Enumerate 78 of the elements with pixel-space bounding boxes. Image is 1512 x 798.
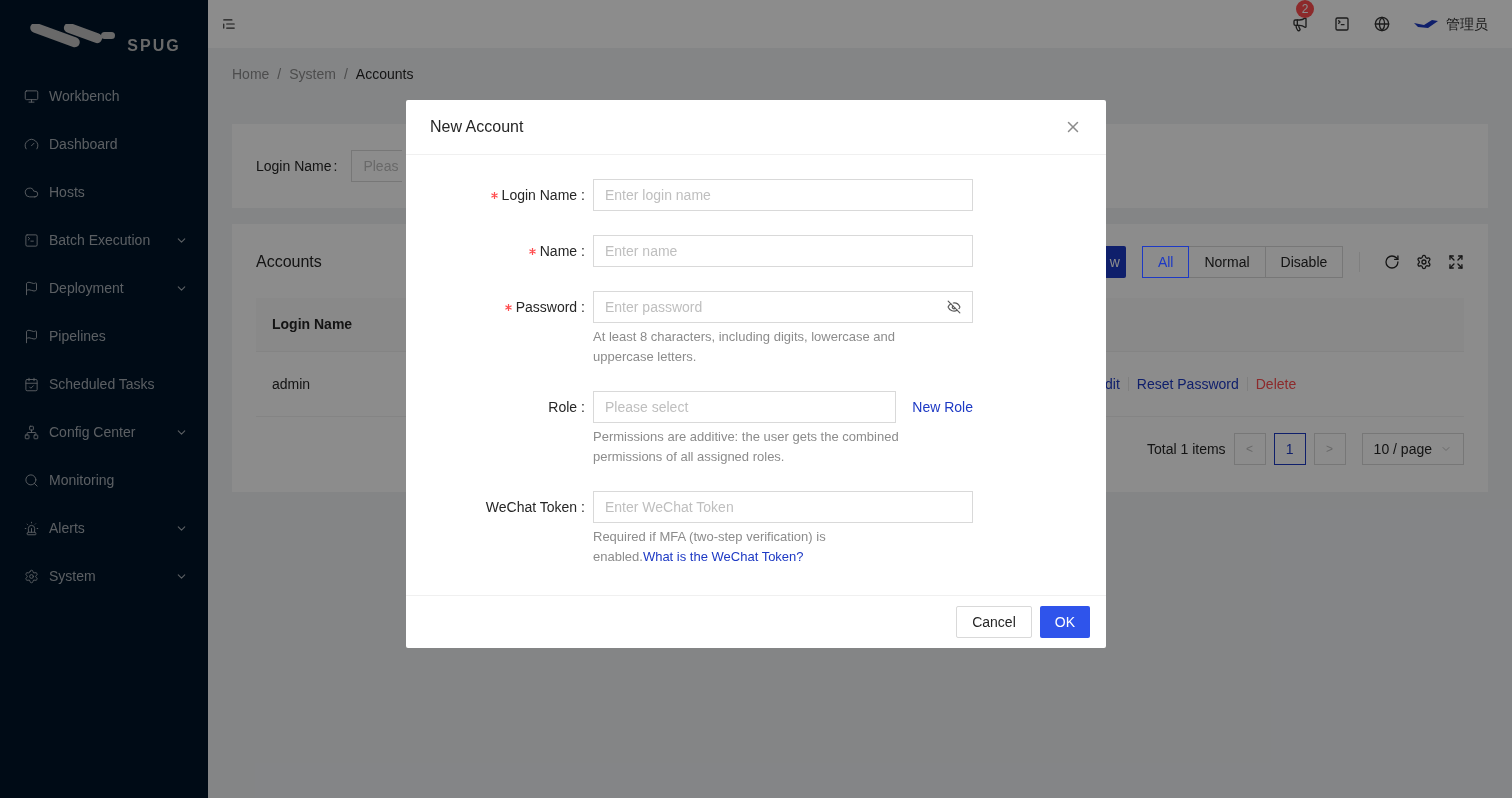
network-icon: [24, 424, 39, 440]
fullscreen-icon[interactable]: [1448, 254, 1464, 270]
help-link[interactable]: What is the WeChat Token?: [642, 549, 804, 564]
brand-name: SPUG: [127, 36, 181, 56]
action-link[interactable]: dit: [1105, 373, 1120, 395]
search-icon: [24, 472, 39, 488]
help-text: Permissions are additive: the user gets the combined permissions of all assigned roles.: [593, 428, 900, 466]
gauge-icon: [24, 136, 39, 152]
input-field[interactable]: Enter name: [593, 235, 973, 267]
sidebar-item[interactable]: Config Center: [0, 408, 208, 456]
user-name[interactable]: 管理员: [1446, 13, 1488, 35]
action-link[interactable]: Reset Password: [1136, 373, 1239, 395]
label-colon: :: [581, 241, 585, 261]
ok-button[interactable]: OK: [1039, 606, 1090, 638]
field-label: WeChat Token: [485, 497, 578, 517]
page-size-select[interactable]: 10 / page: [1361, 433, 1464, 465]
breadcrumb-item[interactable]: System: [289, 63, 336, 85]
password-field[interactable]: Enter password: [593, 291, 973, 323]
settings-icon: [24, 568, 39, 584]
column-header: Login Name: [272, 315, 353, 334]
field-label: Role: [548, 397, 578, 417]
sidebar-item[interactable]: System: [0, 552, 208, 600]
modal-title: New Account: [430, 117, 524, 137]
filter-colon: :: [333, 156, 338, 176]
label-colon: :: [581, 185, 585, 205]
help-text: At least 8 characters, including digits, lowercase and uppercase letters.: [593, 328, 897, 366]
sidebar-item[interactable]: Hosts: [0, 168, 208, 216]
notification-badge: 2: [1296, 0, 1314, 18]
delete-link[interactable]: Delete: [1255, 373, 1297, 395]
refresh-icon[interactable]: [1384, 254, 1401, 270]
settings-icon[interactable]: [1416, 254, 1433, 270]
new-role-link[interactable]: New Role: [912, 396, 973, 418]
new-button[interactable]: w: [1105, 246, 1126, 278]
flag-icon: [24, 328, 39, 344]
label-colon: :: [581, 297, 585, 317]
status-filter-tab[interactable]: Normal: [1188, 246, 1266, 278]
sidebar-item[interactable]: Dashboard: [0, 120, 208, 168]
terminal-icon[interactable]: [1334, 16, 1350, 32]
menu-icon[interactable]: [222, 17, 236, 31]
sidebar-item[interactable]: Pipelines: [0, 312, 208, 360]
sidebar-item[interactable]: Monitoring: [0, 456, 208, 504]
megaphone-icon[interactable]: [1292, 16, 1308, 32]
filter-label: Login Name: [256, 156, 332, 176]
sidebar-item[interactable]: Scheduled Tasks: [0, 360, 208, 408]
status-filter-tab[interactable]: All: [1141, 246, 1190, 278]
table-cell-text: admin: [271, 374, 312, 394]
field-label: Login Name: [501, 185, 578, 205]
prev-page-button[interactable]: <: [1233, 433, 1266, 465]
label-colon: :: [581, 397, 585, 417]
breadcrumb-separator: /: [277, 64, 282, 84]
breadcrumb-item: Accounts: [355, 64, 414, 84]
calendar-icon: [24, 376, 39, 392]
sidebar-item[interactable]: Batch Execution: [0, 216, 208, 264]
cloud-icon: [24, 184, 39, 200]
card-title: Accounts: [256, 253, 322, 270]
input-field[interactable]: Enter login name: [593, 179, 973, 211]
role-select[interactable]: Please select: [593, 391, 897, 423]
input-field[interactable]: Enter WeChat Token: [593, 491, 973, 523]
siren-icon: [24, 520, 39, 536]
sidebar-item[interactable]: Alerts: [0, 504, 208, 552]
sidebar-item[interactable]: Deployment: [0, 264, 208, 312]
globe-icon[interactable]: [1374, 16, 1390, 32]
page-button[interactable]: 1: [1273, 433, 1306, 465]
label-colon: :: [581, 497, 585, 517]
total-count: Total 1 items: [1147, 439, 1226, 459]
help-text: Required if MFA (two-step verification) is enabled.What is the WeChat Token?: [593, 528, 827, 566]
cancel-button[interactable]: Cancel: [956, 606, 1032, 638]
breadcrumb-separator: /: [343, 64, 348, 84]
status-filter-tab[interactable]: Disable: [1264, 246, 1344, 278]
terminal-icon: [24, 232, 39, 248]
eye-off-icon[interactable]: [947, 300, 961, 314]
sidebar-item[interactable]: Workbench: [0, 72, 208, 120]
flag-icon: [24, 280, 39, 296]
next-page-button[interactable]: >: [1313, 433, 1346, 465]
field-label: Password: [515, 297, 578, 317]
field-label: Name: [539, 241, 578, 261]
monitor-icon: [24, 88, 39, 104]
breadcrumb-item[interactable]: Home: [232, 63, 270, 85]
